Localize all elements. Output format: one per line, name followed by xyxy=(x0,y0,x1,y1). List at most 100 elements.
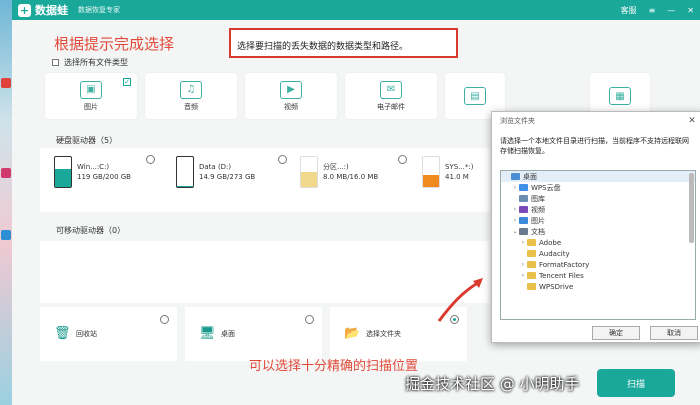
select-all-checkbox[interactable] xyxy=(52,59,59,66)
ok-button[interactable]: 确定 xyxy=(592,326,640,340)
folder-icon xyxy=(527,261,536,268)
disk-icon xyxy=(300,156,318,188)
tree-item[interactable]: 图库 xyxy=(501,193,695,204)
tree-item-label: Audacity xyxy=(539,249,570,258)
tree-item-label: WPSDrive xyxy=(539,282,574,291)
removable-section-title: 可移动驱动器（0） xyxy=(56,226,126,235)
location-label: 选择文件夹 xyxy=(366,330,401,338)
desktop-app-icon[interactable] xyxy=(1,168,11,178)
dialog-title-bar: 浏览文件夹 ✕ xyxy=(492,112,700,130)
location-desktop[interactable]: 🖥 桌面 xyxy=(185,307,322,361)
desktop-background xyxy=(0,0,12,405)
file-type-card-image[interactable]: ▣ ✓ 图片 xyxy=(45,73,137,119)
drive-partition[interactable]: 分区...:) 8.0 MB/16.0 MB xyxy=(300,156,378,188)
folder-tree[interactable]: 桌面 › WPS云盘图库 › 视频 › 图片 ⌄ 文档 › Adobe Audacity › Format… xyxy=(500,170,696,320)
file-type-card-email[interactable]: ✉ 电子邮件 xyxy=(345,73,437,119)
annotation-arrow-icon xyxy=(437,278,483,322)
app-subtitle: 数据恢复专家 xyxy=(78,6,120,14)
desktop-icon: 🖥 xyxy=(199,326,216,341)
hamburger-icon[interactable]: ≡ xyxy=(649,6,656,15)
tree-item[interactable]: Audacity xyxy=(501,248,695,259)
tree-item[interactable]: WPSDrive xyxy=(501,281,695,292)
image-icon: ▣ xyxy=(80,80,102,99)
file-type-list: ▣ ✓ 图片 ♫ 音频 ▶ 视频 ✉ 电子邮件 ▤ xyxy=(45,73,505,119)
close-icon[interactable]: ✕ xyxy=(682,116,700,126)
location-recycle-bin[interactable]: 🗑 回收站 xyxy=(40,307,177,361)
drive-d-radio[interactable] xyxy=(278,155,287,164)
tree-item-label: WPS云盘 xyxy=(531,183,561,192)
desktop-app-icon[interactable] xyxy=(1,230,11,240)
file-type-card-audio[interactable]: ♫ 音频 xyxy=(145,73,237,119)
tree-item-label: Adobe xyxy=(539,238,562,247)
checked-icon[interactable]: ✓ xyxy=(123,78,131,86)
dialog-title: 浏览文件夹 xyxy=(500,117,535,125)
folder-icon xyxy=(527,272,536,279)
drive-partition-radio[interactable] xyxy=(398,155,407,164)
tree-item-label: 桌面 xyxy=(523,172,537,181)
location-label: 桌面 xyxy=(221,330,235,338)
tree-item[interactable]: › WPS云盘 xyxy=(501,182,695,193)
hard-drive-section-title: 硬盘驱动器（5） xyxy=(56,136,118,145)
file-type-card-video[interactable]: ▶ 视频 xyxy=(245,73,337,119)
title-bar: + 数据蛙 数据恢复专家 客服 ≡ — ✕ xyxy=(12,0,700,20)
tree-item[interactable]: ⌄ 文档 xyxy=(501,226,695,237)
dialog-message: 请选择一个本地文件目录进行扫描，当前程序不支持远程联网存储扫描恢复。 xyxy=(500,137,689,155)
expand-chevron-icon[interactable]: › xyxy=(511,206,519,213)
location-list: 🗑 回收站 🖥 桌面 📂 选择文件夹 xyxy=(40,307,467,361)
tree-scrollbar[interactable] xyxy=(689,173,694,243)
disk-icon xyxy=(176,156,194,188)
drive-size: 8.0 MB/16.0 MB xyxy=(323,173,379,181)
select-all-types[interactable]: 选择所有文件类型 xyxy=(52,57,128,68)
start-scan-button[interactable]: 扫描 xyxy=(597,369,675,397)
tree-item[interactable]: › 图片 xyxy=(501,215,695,226)
tree-item[interactable]: › FormatFactory xyxy=(501,259,695,270)
expand-chevron-icon[interactable]: › xyxy=(519,239,527,246)
drive-c[interactable]: Win...:C:) 119 GB/200 GB xyxy=(54,156,131,188)
start-scan-label: 扫描 xyxy=(626,379,645,390)
minimize-icon[interactable]: — xyxy=(667,6,675,15)
folder-icon xyxy=(527,239,536,246)
annotation-bottom: 可以选择十分精确的扫描位置 xyxy=(249,359,419,374)
tree-item[interactable]: 桌面 xyxy=(501,171,695,182)
support-button[interactable]: 客服 xyxy=(621,5,637,16)
expand-chevron-icon[interactable]: › xyxy=(519,272,527,279)
app-name: 数据蛙 xyxy=(35,4,68,17)
file-type-label: 视频 xyxy=(284,102,298,111)
desktop-app-icon[interactable] xyxy=(1,78,11,88)
app-window: + 数据蛙 数据恢复专家 客服 ≡ — ✕ 根据提示完成选择 选择要扫描的丢失数… xyxy=(12,0,700,405)
folder-icon xyxy=(527,250,536,257)
location-radio[interactable] xyxy=(305,315,314,324)
tree-item-label: 图库 xyxy=(531,194,545,203)
expand-chevron-icon[interactable]: › xyxy=(511,217,519,224)
file-type-label: 音频 xyxy=(184,102,198,111)
folder-icon xyxy=(527,283,536,290)
folder-icon: 📂 xyxy=(344,326,361,341)
tree-item[interactable]: › Tencent Files xyxy=(501,270,695,281)
expand-chevron-icon[interactable]: › xyxy=(519,261,527,268)
expand-chevron-icon[interactable]: ⌄ xyxy=(511,228,519,235)
location-radio[interactable] xyxy=(160,315,169,324)
tree-item[interactable]: › 视频 xyxy=(501,204,695,215)
disk-icon xyxy=(422,156,440,188)
tree-item[interactable]: › Adobe xyxy=(501,237,695,248)
frog-logo-icon: + xyxy=(18,3,31,17)
app-logo: + 数据蛙 xyxy=(18,2,68,18)
location-label: 回收站 xyxy=(76,330,97,338)
hard-drive-panel: Win...:C:) 119 GB/200 GB Data (D:) 14.9 GB… xyxy=(40,148,490,212)
music-icon: ♫ xyxy=(180,80,202,99)
disk-icon xyxy=(54,156,72,188)
cancel-button[interactable]: 取消 xyxy=(650,326,698,340)
close-icon[interactable]: ✕ xyxy=(687,6,694,15)
video-icon: ▶ xyxy=(280,80,302,99)
folder-icon xyxy=(519,228,528,235)
file-type-label: 图片 xyxy=(84,102,98,111)
drive-c-radio[interactable] xyxy=(146,155,155,164)
folder-icon xyxy=(519,206,528,213)
expand-chevron-icon[interactable]: › xyxy=(511,184,519,191)
removable-drive-panel xyxy=(40,241,490,303)
drive-name: Win...:C:) xyxy=(77,163,110,171)
grid-icon: ▦ xyxy=(609,87,631,105)
drive-d[interactable]: Data (D:) 14.9 GB/273 GB xyxy=(176,156,255,188)
file-type-label: 电子邮件 xyxy=(377,102,405,111)
drive-sys[interactable]: SYS...*:) 41.0 M xyxy=(422,156,473,188)
